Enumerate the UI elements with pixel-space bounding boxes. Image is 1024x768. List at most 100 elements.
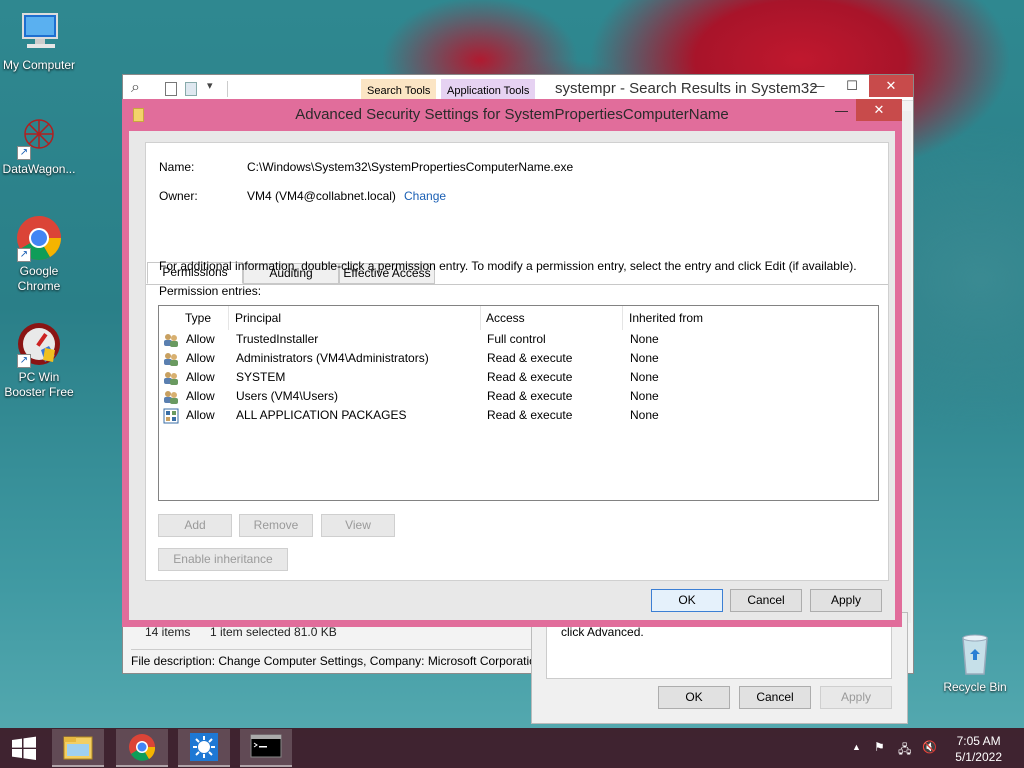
shortcut-arrow-icon: ↗: [17, 248, 31, 262]
row-inherited: None: [630, 389, 659, 403]
minimize-button[interactable]: —: [835, 103, 848, 118]
remove-button[interactable]: Remove: [239, 514, 313, 537]
security-panel: Name: C:\Windows\System32\SystemProperti…: [145, 142, 889, 581]
properties-hint-text: click Advanced.: [561, 625, 644, 639]
apply-button[interactable]: Apply: [810, 589, 882, 612]
action-center-flag-icon[interactable]: ⚑: [874, 740, 885, 754]
taskbar-command-prompt[interactable]: [240, 729, 292, 767]
dialog-title-bar[interactable]: Advanced Security Settings for SystemPro…: [122, 99, 902, 131]
properties-icon[interactable]: [165, 82, 177, 96]
row-type: Allow: [186, 408, 215, 422]
row-inherited: None: [630, 332, 659, 346]
name-label: Name:: [159, 160, 195, 174]
datawagon-icon: ↗: [15, 112, 63, 160]
table-row[interactable]: Allow ALL APPLICATION PACKAGES Read & ex…: [159, 406, 879, 425]
explorer-title-bar[interactable]: ⌕ ▾ Search Tools Application Tools syste…: [123, 75, 913, 101]
row-principal: Administrators (VM4\Administrators): [236, 351, 429, 365]
maximize-button[interactable]: ☐: [835, 75, 869, 97]
taskbar: ▲ ⚑ 🖧 🔇 7:05 AM 5/1/2022: [0, 728, 1024, 768]
new-folder-icon[interactable]: [185, 82, 197, 96]
desktop-icon-label: My Computer: [2, 58, 76, 72]
row-inherited: None: [630, 408, 659, 422]
column-header-type[interactable]: Type: [179, 306, 229, 330]
cancel-button[interactable]: Cancel: [730, 589, 802, 612]
desktop-icon-datawagon[interactable]: ↗ DataWagon...: [0, 112, 81, 177]
row-access: Read & execute: [487, 408, 573, 422]
desktop-icon-label: Recycle Bin: [943, 680, 1007, 694]
taskbar-chrome[interactable]: [116, 729, 168, 767]
title-separator: [227, 81, 228, 97]
dialog-title: Advanced Security Settings for SystemPro…: [295, 106, 729, 123]
file-description: File description: Change Computer Settin…: [131, 649, 537, 671]
owner-label: Owner:: [159, 189, 198, 203]
add-button[interactable]: Add: [158, 514, 232, 537]
row-principal: Users (VM4\Users): [236, 389, 339, 403]
column-header-inherited-from[interactable]: Inherited from: [623, 306, 875, 330]
taskbar-file-explorer[interactable]: [52, 729, 104, 767]
chrome-icon: ↗: [15, 214, 63, 262]
row-access: Full control: [487, 332, 546, 346]
search-icon[interactable]: ⌕: [131, 79, 140, 97]
brightness-app-icon: [190, 733, 218, 761]
row-access: Read & execute: [487, 370, 573, 384]
table-row[interactable]: Allow Administrators (VM4\Administrators…: [159, 349, 879, 368]
name-value: C:\Windows\System32\SystemPropertiesComp…: [247, 160, 574, 174]
shortcut-arrow-icon: ↗: [17, 146, 31, 160]
table-row[interactable]: Allow TrustedInstaller Full control None: [159, 330, 879, 349]
advanced-security-dialog[interactable]: Advanced Security Settings for SystemPro…: [122, 99, 902, 627]
row-inherited: None: [630, 351, 659, 365]
shortcut-arrow-icon: ↗: [17, 354, 31, 368]
properties-apply-button[interactable]: Apply: [820, 686, 892, 709]
column-header-access[interactable]: Access: [480, 306, 623, 330]
desktop-icon-label: PC Win Booster Free: [4, 370, 74, 399]
ok-button[interactable]: OK: [651, 589, 723, 612]
change-owner-link[interactable]: Change: [404, 189, 446, 203]
users-icon: [164, 391, 178, 404]
file-explorer-icon: [63, 736, 93, 760]
table-row[interactable]: Allow Users (VM4\Users) Read & execute N…: [159, 387, 879, 406]
desktop-icon-my-computer[interactable]: My Computer: [0, 8, 81, 73]
clock-date: 5/1/2022: [955, 750, 1002, 764]
properties-dialog[interactable]: click Advanced. OK Cancel Apply: [531, 612, 908, 724]
close-button[interactable]: ✕: [869, 75, 913, 97]
desktop-icon-google-chrome[interactable]: ↗ Google Chrome: [0, 214, 81, 294]
table-row[interactable]: Allow SYSTEM Read & execute None: [159, 368, 879, 387]
context-tab-search-tools[interactable]: Search Tools: [361, 79, 437, 101]
row-type: Allow: [186, 389, 215, 403]
desktop-icon-label: DataWagon...: [2, 162, 76, 176]
desktop-icon-label: Google Chrome: [17, 264, 61, 293]
info-text: For additional information, double-click…: [159, 259, 857, 273]
taskbar-brightness-app[interactable]: [178, 729, 230, 767]
properties-ok-button[interactable]: OK: [658, 686, 730, 709]
chrome-icon: [129, 734, 156, 761]
view-button[interactable]: View: [321, 514, 395, 537]
desktop-icon-pc-win-booster[interactable]: ↗ PC Win Booster Free: [0, 320, 81, 400]
command-prompt-icon: [250, 734, 282, 758]
row-type: Allow: [186, 370, 215, 384]
column-header-principal[interactable]: Principal: [229, 306, 481, 330]
network-icon[interactable]: 🖧: [898, 740, 911, 761]
start-button[interactable]: [0, 729, 48, 767]
recycle-bin-icon: [951, 630, 999, 678]
row-access: Read & execute: [487, 351, 573, 365]
explorer-window-title: systempr - Search Results in System32: [555, 80, 818, 97]
system-clock[interactable]: 7:05 AM 5/1/2022: [955, 733, 1002, 765]
clock-time: 7:05 AM: [956, 734, 1001, 748]
pc-win-booster-icon: ↗: [15, 320, 63, 368]
permission-entries-list[interactable]: Type Principal Access Inherited from All…: [158, 305, 879, 501]
row-principal: TrustedInstaller: [236, 332, 319, 346]
row-inherited: None: [630, 370, 659, 384]
properties-cancel-button[interactable]: Cancel: [739, 686, 811, 709]
scrollbar[interactable]: [901, 111, 911, 623]
app-packages-icon: [163, 408, 179, 424]
users-icon: [164, 353, 178, 366]
show-hidden-icons-icon[interactable]: ▲: [852, 742, 861, 752]
close-button[interactable]: ✕: [856, 99, 902, 121]
volume-muted-icon[interactable]: 🔇: [922, 740, 937, 754]
minimize-button[interactable]: —: [801, 75, 835, 97]
status-item-count: 14 items: [145, 625, 191, 639]
desktop-icon-recycle-bin[interactable]: Recycle Bin: [933, 630, 1017, 695]
quick-access-dropdown-icon[interactable]: ▾: [207, 79, 213, 92]
context-tab-application-tools[interactable]: Application Tools: [441, 79, 536, 101]
enable-inheritance-button[interactable]: Enable inheritance: [158, 548, 288, 571]
